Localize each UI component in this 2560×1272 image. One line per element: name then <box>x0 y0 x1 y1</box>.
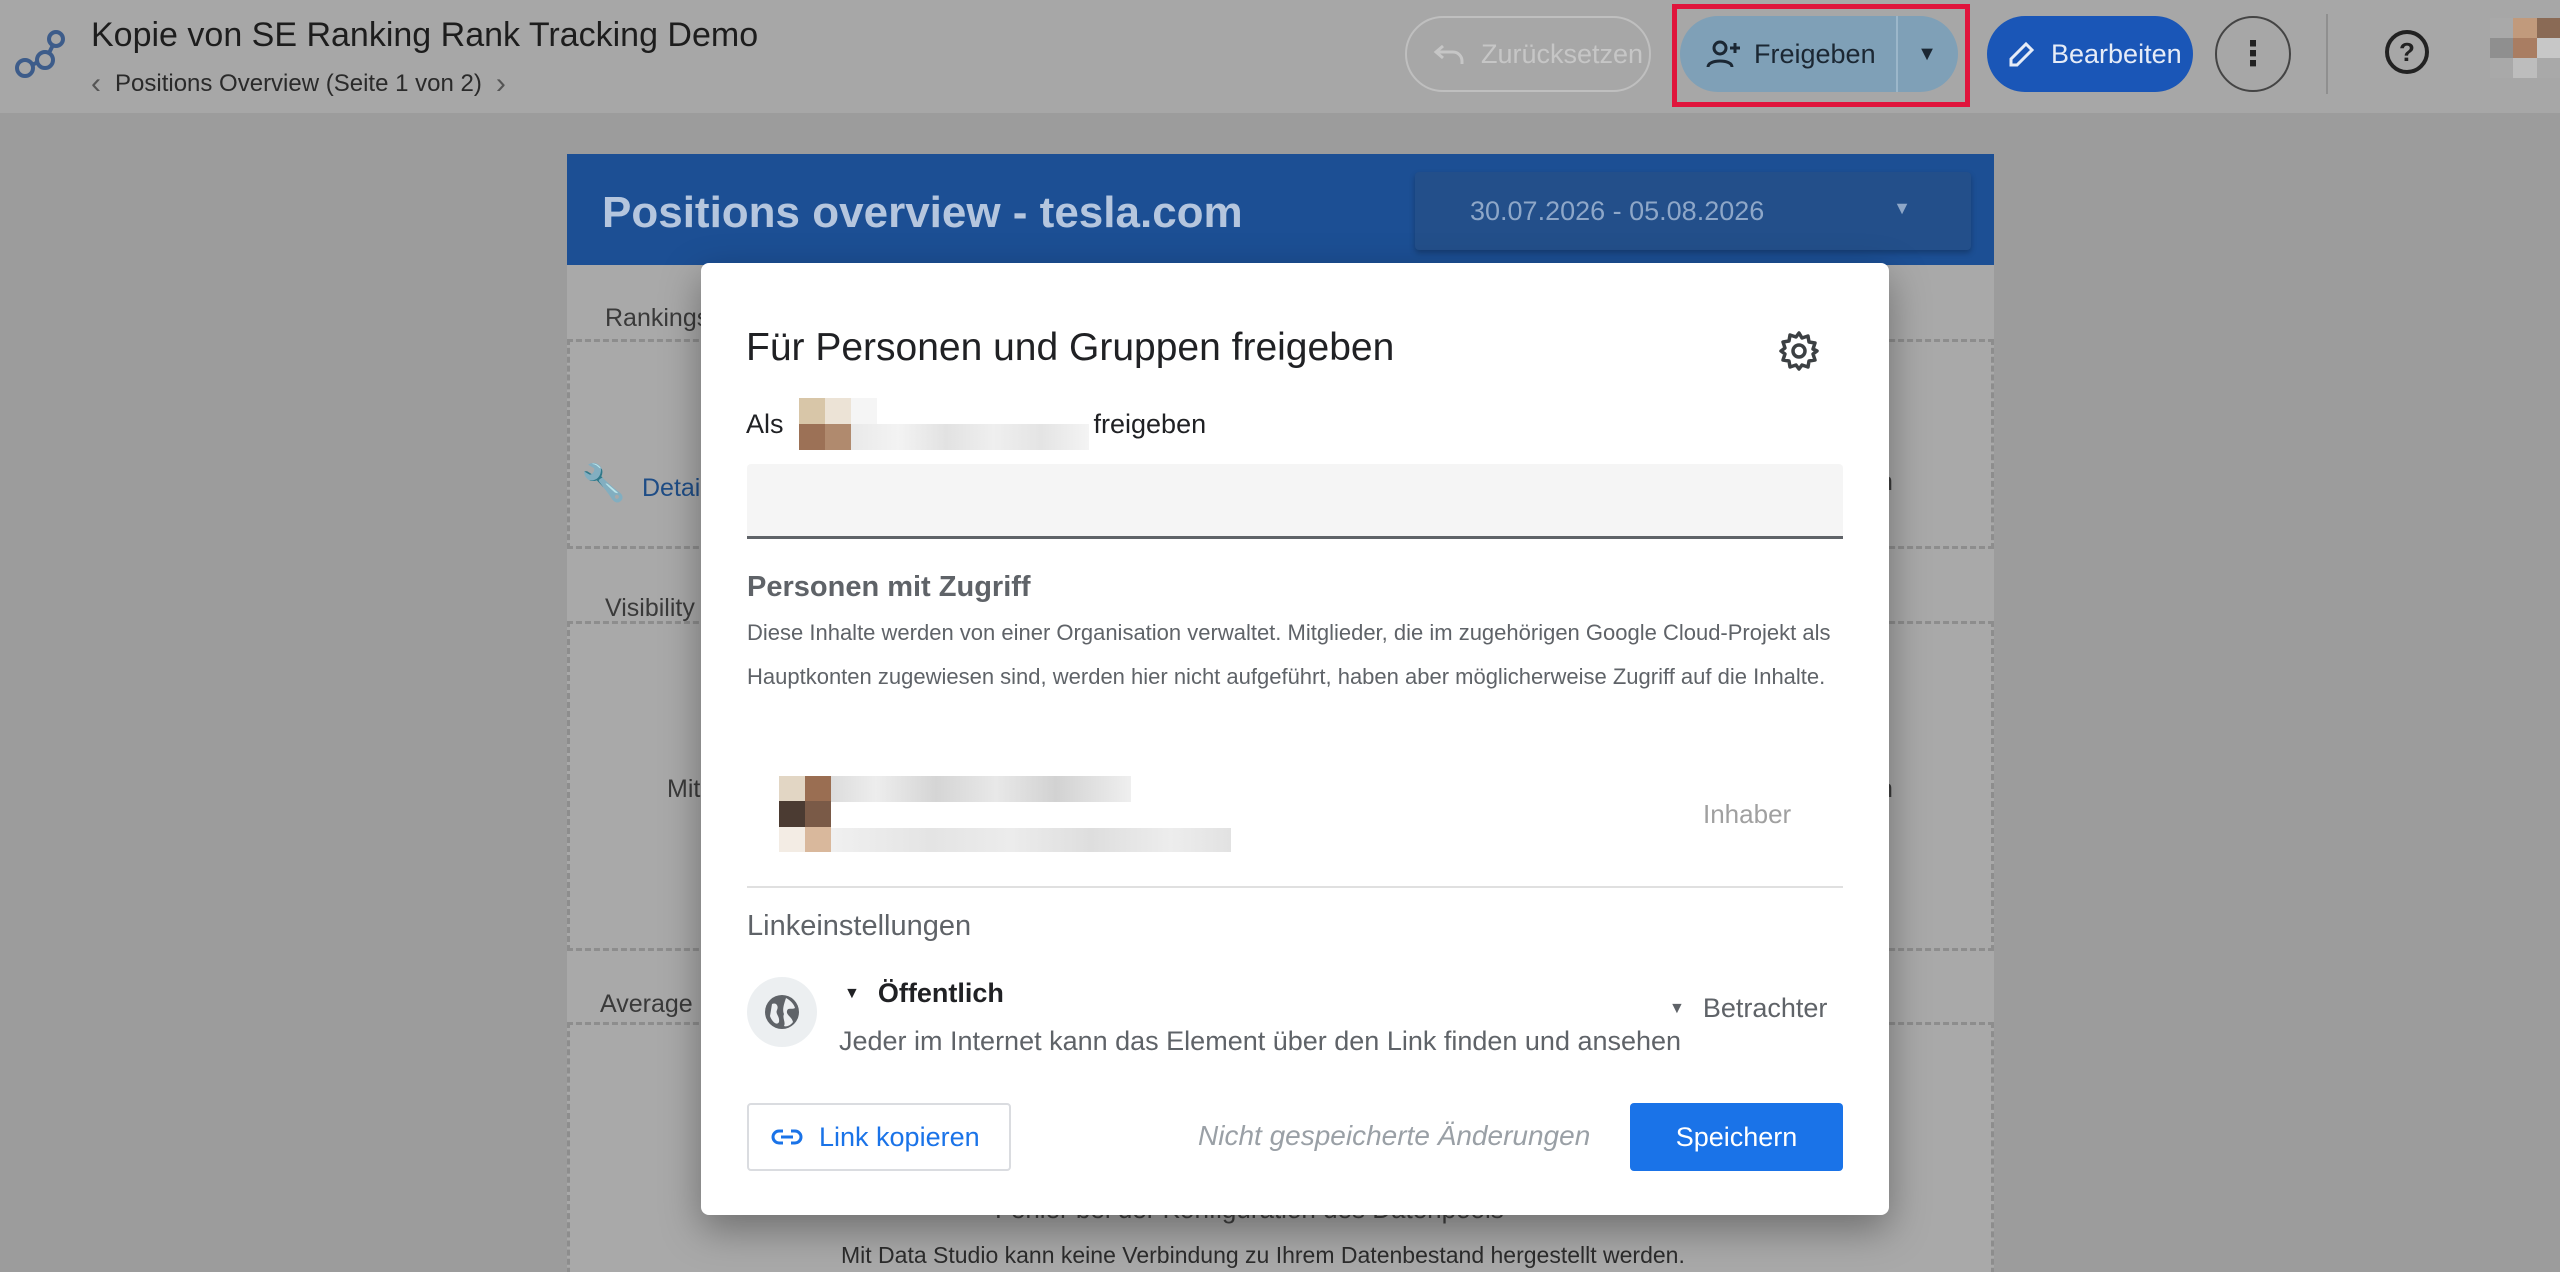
save-button[interactable]: Speichern <box>1630 1103 1843 1171</box>
caret-down-icon: ▼ <box>1669 999 1685 1017</box>
owner-name <box>831 776 1131 802</box>
share-label: Freigeben <box>1754 38 1876 69</box>
more-vert-icon: ⋮ <box>2236 35 2270 73</box>
share-as-row: Als freigeben <box>746 398 1207 450</box>
more-options-button[interactable]: ⋮ <box>2215 16 2291 92</box>
caret-down-icon: ▼ <box>1917 42 1937 65</box>
help-icon[interactable]: ? <box>2385 30 2429 74</box>
add-people-input[interactable] <box>747 464 1843 539</box>
average-label: Average <box>600 990 693 1018</box>
top-bar: Kopie von SE Ranking Rank Tracking Demo … <box>0 0 2560 113</box>
link-settings-title: Linkeinstellungen <box>747 910 972 942</box>
page-navigator: ‹ Positions Overview (Seite 1 von 2) › <box>91 66 506 102</box>
owner-avatar <box>779 776 831 852</box>
edit-label: Bearbeiten <box>2051 38 2182 69</box>
report-banner: Positions overview - tesla.com 30.07.202… <box>567 154 1994 265</box>
unsaved-changes-text: Nicht gespeicherte Änderungen <box>1198 1120 1591 1151</box>
link-role-value: Betrachter <box>1702 993 1828 1023</box>
reset-button[interactable]: Zurücksetzen <box>1405 16 1651 92</box>
gear-icon[interactable] <box>1777 329 1821 373</box>
people-with-access-title: Personen mit Zugriff <box>747 571 1031 603</box>
date-range-value: 30.07.2026 - 05.08.2026 <box>1470 195 1765 226</box>
share-button[interactable]: Freigeben <box>1680 16 1898 92</box>
page-label[interactable]: Positions Overview (Seite 1 von 2) <box>115 70 482 98</box>
share-as-suffix: freigeben <box>1093 408 1207 439</box>
chevron-right-icon[interactable]: › <box>496 69 506 99</box>
person-add-icon <box>1706 40 1740 68</box>
reset-label: Zurücksetzen <box>1481 38 1644 69</box>
undo-icon <box>1433 44 1464 64</box>
section-divider <box>747 886 1843 888</box>
link-role-dropdown[interactable]: ▼ Betrachter <box>1669 993 1827 1024</box>
share-as-account[interactable] <box>798 398 1089 450</box>
share-dropdown-button[interactable]: ▼ <box>1898 16 1956 92</box>
toolbar-divider <box>2326 14 2328 94</box>
visibility-fragment-left: Mit <box>667 775 701 803</box>
share-button-group: Freigeben ▼ <box>1680 16 1958 92</box>
dialog-title: Für Personen und Gruppen freigeben <box>746 326 1395 369</box>
general-access-value: Öffentlich <box>877 978 1004 1008</box>
link-icon <box>771 1129 803 1145</box>
error-text: Mit Data Studio kann keine Verbindung zu… <box>841 1242 1685 1268</box>
pencil-icon <box>2009 41 2035 67</box>
wrench-icon: 🔧 <box>581 462 626 503</box>
report-heading: Positions overview - tesla.com <box>602 188 1243 237</box>
report-title[interactable]: Kopie von SE Ranking Rank Tracking Demo <box>91 16 758 55</box>
people-with-access-description: Diese Inhalte werden von einer Organisat… <box>747 620 1831 689</box>
data-studio-logo-icon[interactable] <box>12 26 68 82</box>
chevron-left-icon[interactable]: ‹ <box>91 69 101 99</box>
owner-role: Inhaber <box>1703 799 1792 829</box>
general-access-dropdown[interactable]: ▼ Öffentlich <box>844 978 1004 1009</box>
globe-icon <box>747 977 817 1047</box>
caret-down-icon: ▼ <box>1893 198 1911 218</box>
share-dialog: Für Personen und Gruppen freigeben Als f… <box>701 263 1889 1215</box>
general-access-description: Jeder im Internet kann das Element über … <box>839 1026 1682 1056</box>
owner-email <box>831 828 1231 852</box>
edit-button[interactable]: Bearbeiten <box>1987 16 2193 92</box>
date-range-selector[interactable]: 30.07.2026 - 05.08.2026 ▼ <box>1415 172 1971 250</box>
rankings-label: Rankings <box>605 304 710 332</box>
account-avatar[interactable] <box>2490 18 2560 78</box>
visibility-label: Visibility <box>605 594 695 622</box>
copy-link-label: Link kopieren <box>819 1121 980 1152</box>
share-as-prefix: Als <box>746 408 784 439</box>
caret-down-icon: ▼ <box>844 984 860 1002</box>
details-link[interactable]: Detai <box>642 474 700 503</box>
copy-link-button[interactable]: Link kopieren <box>747 1103 1011 1171</box>
